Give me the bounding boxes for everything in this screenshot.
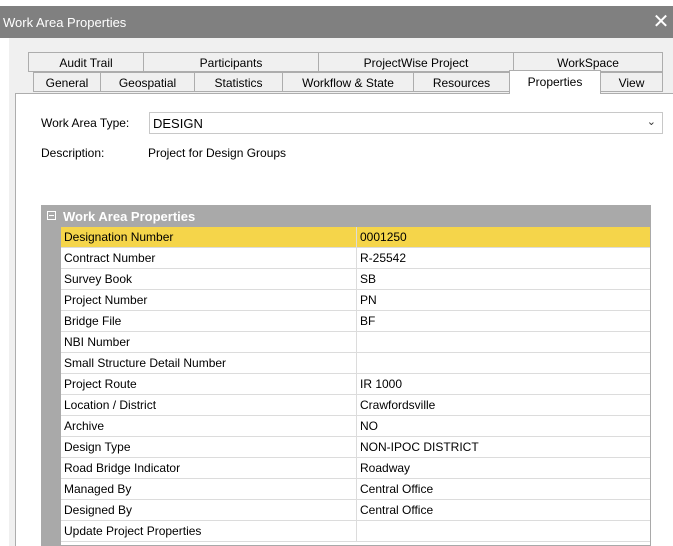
table-row[interactable]: Road Bridge Indicator Roadway	[61, 458, 650, 479]
property-name: Location / District	[64, 398, 157, 412]
property-value-cell[interactable]: Roadway	[356, 458, 650, 478]
property-value: 0001250	[360, 230, 407, 244]
table-row[interactable]: Project Number PN	[61, 290, 650, 311]
table-row[interactable]: Designed By Central Office	[61, 500, 650, 521]
property-name: Road Bridge Indicator	[64, 461, 181, 475]
tab-geospatial[interactable]: Geospatial	[100, 72, 195, 92]
tab-audit-trail[interactable]: Audit Trail	[28, 52, 144, 72]
table-row[interactable]: Bridge File BF	[61, 311, 650, 332]
property-name: Bridge File	[64, 314, 122, 328]
property-value-cell[interactable]: NON-IPOC DISTRICT	[356, 437, 650, 457]
property-name: NBI Number	[64, 335, 131, 349]
description-value: Project for Design Groups	[148, 146, 287, 160]
property-name: Archive	[64, 419, 105, 433]
tab-view[interactable]: View	[600, 72, 663, 92]
property-value: Central Office	[360, 482, 434, 496]
property-value-cell[interactable]: 0001250	[356, 227, 650, 247]
tab-properties[interactable]: Properties	[509, 70, 601, 94]
property-name: Project Number	[64, 293, 148, 307]
property-value-cell[interactable]	[356, 332, 650, 352]
table-row[interactable]: Managed By Central Office	[61, 479, 650, 500]
description-label: Description:	[41, 146, 105, 160]
property-name: Survey Book	[64, 272, 133, 286]
chevron-down-icon[interactable]: ⌄	[647, 115, 656, 128]
property-value-cell[interactable]: NO	[356, 416, 650, 436]
property-value: NON-IPOC DISTRICT	[360, 440, 479, 454]
property-value-cell[interactable]: Central Office	[356, 479, 650, 499]
table-row[interactable]: Project Route IR 1000	[61, 374, 650, 395]
tab-statistics[interactable]: Statistics	[194, 72, 283, 92]
tab-workflow-state[interactable]: Workflow & State	[282, 72, 414, 92]
property-value: Roadway	[360, 461, 411, 475]
property-name: Small Structure Detail Number	[64, 356, 227, 370]
close-icon[interactable]: ✕	[649, 6, 673, 38]
property-value: SB	[360, 272, 377, 286]
work-area-type-select[interactable]: DESIGN ⌄	[149, 112, 663, 134]
property-value-cell[interactable]: IR 1000	[356, 374, 650, 394]
property-value: Central Office	[360, 503, 434, 517]
property-value-cell[interactable]	[356, 353, 650, 373]
property-name: Managed By	[64, 482, 132, 496]
property-name: Update Project Properties	[64, 524, 202, 538]
window-title: Work Area Properties	[3, 15, 127, 30]
table-row[interactable]: NBI Number	[61, 332, 650, 353]
property-name: Contract Number	[64, 251, 156, 265]
property-value-cell[interactable]: R-25542	[356, 248, 650, 268]
property-value: R-25542	[360, 251, 407, 265]
property-value-cell[interactable]: SB	[356, 269, 650, 289]
table-row[interactable]: Location / District Crawfordsville	[61, 395, 650, 416]
property-value-cell[interactable]: BF	[356, 311, 650, 331]
table-row[interactable]: Designation Number 0001250	[61, 227, 650, 248]
grid-category-header: Work Area Properties	[42, 206, 650, 227]
property-value: NO	[360, 419, 378, 433]
property-value-cell[interactable]: Central Office	[356, 500, 650, 520]
property-name: Designation Number	[64, 230, 174, 244]
property-value: PN	[360, 293, 377, 307]
grid-category-title: Work Area Properties	[63, 209, 196, 224]
tab-resources[interactable]: Resources	[413, 72, 510, 92]
property-name: Design Type	[64, 440, 131, 454]
table-row[interactable]: Archive NO	[61, 416, 650, 437]
property-value-cell[interactable]	[356, 521, 650, 541]
property-value-cell[interactable]: Crawfordsville	[356, 395, 650, 415]
tab-workspace[interactable]: WorkSpace	[513, 52, 663, 72]
title-bar: Work Area Properties ✕	[0, 6, 673, 38]
property-value: BF	[360, 314, 376, 328]
property-grid: Work Area Properties Designation Number 0…	[41, 205, 651, 546]
tab-general[interactable]: General	[33, 72, 101, 92]
grid-gutter	[42, 227, 61, 545]
property-value: Crawfordsville	[360, 398, 436, 412]
work-area-type-value: DESIGN	[153, 116, 203, 131]
collapse-icon[interactable]	[47, 211, 56, 220]
table-row[interactable]: Survey Book SB	[61, 269, 650, 290]
table-row[interactable]: Contract Number R-25542	[61, 248, 650, 269]
tab-participants[interactable]: Participants	[143, 52, 319, 72]
tab-projectwise-project[interactable]: ProjectWise Project	[318, 52, 514, 72]
property-name: Designed By	[64, 503, 133, 517]
property-name: Project Route	[64, 377, 137, 391]
table-row[interactable]: Update Project Properties	[61, 521, 650, 542]
property-value-cell[interactable]: PN	[356, 290, 650, 310]
property-value: IR 1000	[360, 377, 403, 391]
table-row[interactable]: Design Type NON-IPOC DISTRICT	[61, 437, 650, 458]
work-area-type-label: Work Area Type:	[41, 116, 130, 130]
table-row[interactable]: Small Structure Detail Number	[61, 353, 650, 374]
